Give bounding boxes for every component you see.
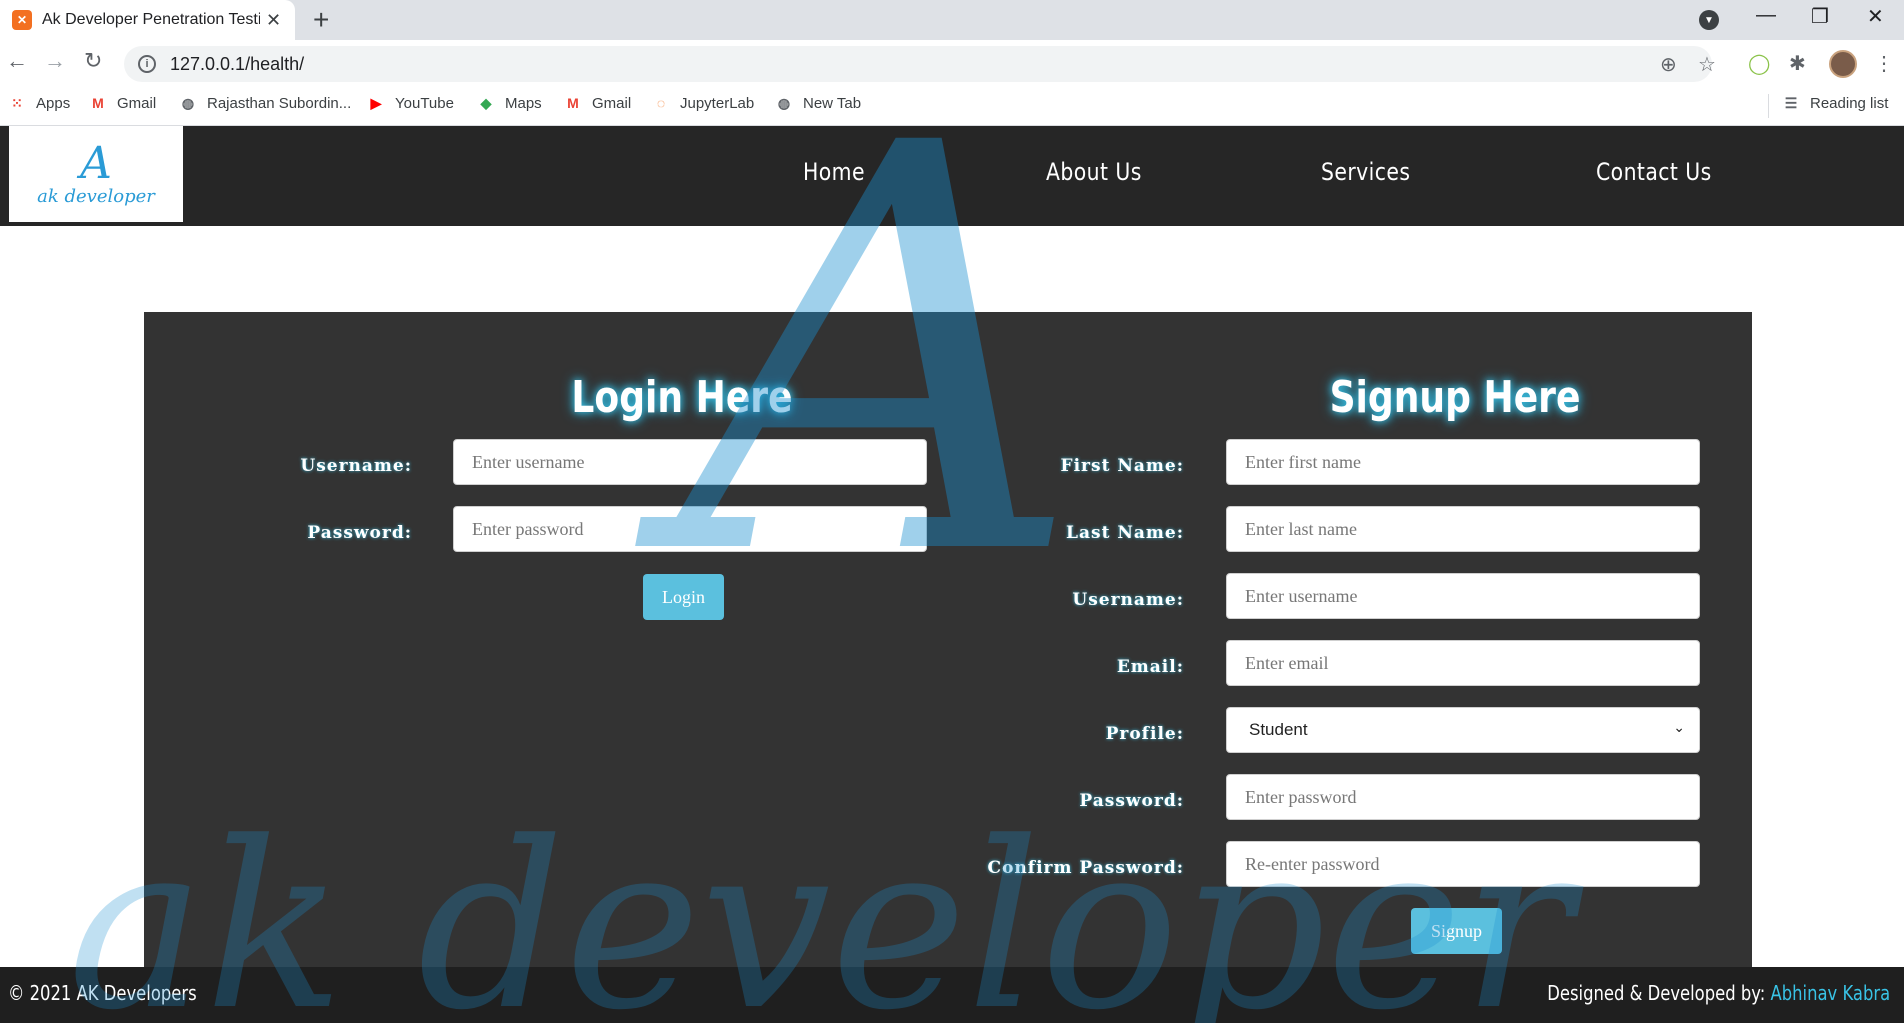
- site-logo[interactable]: A ak developer: [9, 126, 183, 222]
- globe-icon: ◍: [181, 94, 195, 111]
- jupyter-icon: ◌: [656, 95, 666, 111]
- nav-about-us[interactable]: About Us: [1046, 158, 1142, 186]
- bookmark-label: JupyterLab: [680, 94, 755, 112]
- profile-avatar[interactable]: [1829, 50, 1857, 78]
- reading-list-label: Reading list: [1810, 94, 1889, 112]
- tab-title: Ak Developer Penetration Testing: [42, 11, 260, 28]
- bookmark-maps[interactable]: ◆ Maps: [477, 94, 542, 112]
- bookmarks-bar: ⁙ Apps M Gmail ◍ Rajasthan Subordin... ▶…: [0, 88, 1904, 126]
- tab-close-icon[interactable]: ✕: [266, 10, 281, 31]
- gmail-icon: M: [92, 95, 104, 111]
- extensions-puzzle-icon[interactable]: ✱: [1789, 51, 1806, 76]
- signup-password-input[interactable]: [1226, 774, 1700, 820]
- footer-credit: Designed & Developed by: Abhinav Kabra: [1547, 981, 1890, 1005]
- url-text: 127.0.0.1/health/: [170, 53, 305, 74]
- bookmark-gmail-2[interactable]: M Gmail: [564, 94, 631, 112]
- chevron-down-icon: ⌄: [1673, 719, 1685, 735]
- bookmarks-divider: [1768, 94, 1769, 118]
- signup-username-input[interactable]: [1226, 573, 1700, 619]
- extension-circle-icon[interactable]: ◯: [1748, 51, 1770, 76]
- login-button[interactable]: Login: [643, 574, 724, 620]
- nav-contact-us[interactable]: Contact Us: [1596, 158, 1712, 186]
- nav-home[interactable]: Home: [803, 158, 865, 186]
- signup-email-input[interactable]: [1226, 640, 1700, 686]
- bookmark-star-icon[interactable]: ☆: [1698, 52, 1716, 77]
- footer-credit-prefix: Designed & Developed by:: [1547, 981, 1766, 1005]
- signup-first-name-input[interactable]: [1226, 439, 1700, 485]
- bookmark-apps[interactable]: ⁙ Apps: [8, 94, 70, 112]
- signup-last-name-label: Last Name:: [1066, 523, 1184, 543]
- bookmark-rajasthan[interactable]: ◍ Rajasthan Subordin...: [179, 94, 351, 112]
- login-username-input[interactable]: [453, 439, 927, 485]
- bookmark-label: Apps: [36, 94, 71, 112]
- signup-first-name-label: First Name:: [1060, 456, 1184, 476]
- signup-email-label: Email:: [1116, 657, 1184, 677]
- signup-confirm-password-label: Confirm Password:: [987, 858, 1184, 878]
- nav-services[interactable]: Services: [1321, 158, 1410, 186]
- zoom-icon[interactable]: ⊕: [1660, 52, 1677, 77]
- browser-tab[interactable]: ✕ Ak Developer Penetration Testing ✕: [0, 0, 295, 40]
- youtube-icon: ▶: [370, 94, 382, 111]
- new-tab-icon[interactable]: +: [313, 4, 329, 36]
- xampp-favicon-icon: ✕: [12, 10, 32, 30]
- address-bar[interactable]: i 127.0.0.1/health/ ⊕ ☆: [124, 46, 1716, 82]
- apps-grid-icon: ⁙: [11, 94, 23, 111]
- site-navbar: A ak developer Home About Us Services Co…: [0, 126, 1904, 226]
- profile-selected-value: Student: [1249, 720, 1308, 739]
- bookmark-label: New Tab: [803, 94, 862, 112]
- signup-profile-select[interactable]: Student ⌄: [1226, 707, 1700, 753]
- signup-confirm-password-input[interactable]: [1226, 841, 1700, 887]
- logo-mark: A: [80, 137, 112, 189]
- signup-profile-label: Profile:: [1105, 724, 1184, 744]
- login-username-label: Username:: [300, 456, 412, 476]
- logo-text: ak developer: [37, 185, 155, 207]
- back-icon[interactable]: ←: [6, 48, 28, 74]
- login-title: Login Here: [571, 372, 793, 423]
- restore-icon[interactable]: ❐: [1811, 4, 1829, 29]
- maps-icon: ◆: [480, 94, 492, 111]
- page-viewport: A ak developer Home About Us Services Co…: [0, 126, 1904, 1023]
- auth-panel: Login Here Username: Password: Login Sig…: [144, 312, 1752, 982]
- reading-list-button[interactable]: ☰ Reading list: [1782, 94, 1889, 112]
- login-password-label: Password:: [307, 523, 412, 543]
- tab-search-icon[interactable]: ▼: [1699, 10, 1719, 30]
- bookmark-youtube[interactable]: ▶ YouTube: [367, 94, 454, 112]
- browser-toolbar: ← → ↻ i 127.0.0.1/health/ ⊕ ☆ ◯ ✱ ⋮: [0, 40, 1904, 88]
- browser-tabstrip: ✕ Ak Developer Penetration Testing ✕ + ▼…: [0, 0, 1904, 40]
- close-window-icon[interactable]: ✕: [1867, 4, 1884, 29]
- gmail-icon: M: [567, 95, 579, 111]
- signup-last-name-input[interactable]: [1226, 506, 1700, 552]
- reading-list-icon: ☰: [1784, 94, 1798, 111]
- footer-copyright: © 2021 AK Developers: [8, 981, 197, 1005]
- footer-author-link[interactable]: Abhinav Kabra: [1770, 981, 1890, 1005]
- minimize-icon[interactable]: —: [1756, 4, 1776, 27]
- login-password-input[interactable]: [453, 506, 927, 552]
- bookmark-label: YouTube: [395, 94, 454, 112]
- globe-icon: ◍: [777, 94, 791, 111]
- signup-password-label: Password:: [1079, 791, 1184, 811]
- signup-button[interactable]: Signup: [1411, 908, 1502, 954]
- bookmark-label: Rajasthan Subordin...: [207, 94, 352, 112]
- site-footer: © 2021 AK Developers Designed & Develope…: [0, 967, 1904, 1023]
- bookmark-gmail[interactable]: M Gmail: [89, 94, 156, 112]
- site-info-icon[interactable]: i: [138, 55, 156, 73]
- bookmark-label: Maps: [505, 94, 542, 112]
- bookmark-label: Gmail: [592, 94, 632, 112]
- menu-dots-icon[interactable]: ⋮: [1874, 51, 1894, 76]
- reload-icon[interactable]: ↻: [84, 48, 102, 74]
- forward-icon[interactable]: →: [44, 48, 66, 74]
- bookmark-new-tab[interactable]: ◍ New Tab: [775, 94, 861, 112]
- bookmark-jupyterlab[interactable]: ◌ JupyterLab: [652, 94, 754, 112]
- signup-username-label: Username:: [1072, 590, 1184, 610]
- bookmark-label: Gmail: [117, 94, 157, 112]
- signup-title: Signup Here: [1329, 372, 1581, 423]
